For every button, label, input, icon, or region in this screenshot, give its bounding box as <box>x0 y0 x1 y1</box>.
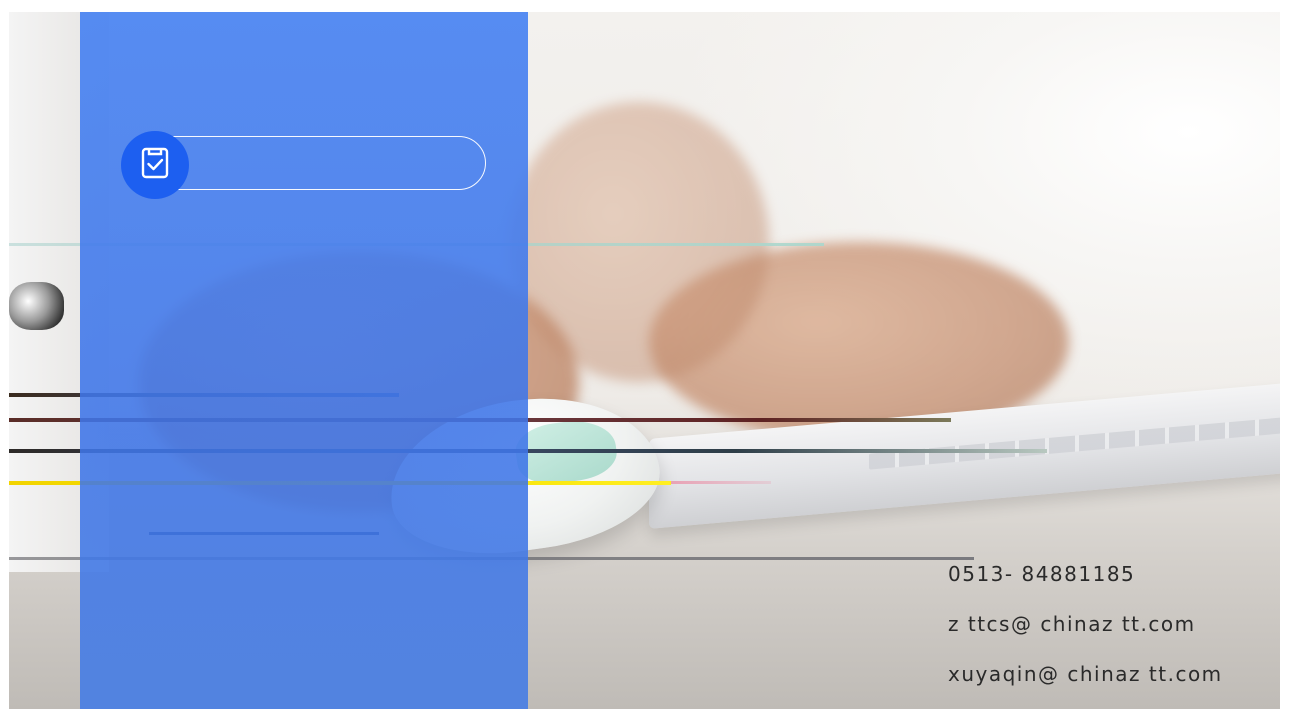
contact-email-primary: z ttcs@ chinaz tt.com <box>948 612 1196 636</box>
wristwatch <box>9 282 64 330</box>
contact-email-secondary: xuyaqin@ chinaz tt.com <box>948 662 1223 686</box>
icon-badge <box>121 131 189 199</box>
contact-phone: 0513- 84881185 <box>948 562 1136 586</box>
decor-line <box>671 481 771 484</box>
clipboard-check-icon <box>135 143 175 188</box>
blue-overlay-panel <box>80 12 528 709</box>
slide-canvas <box>9 12 1280 709</box>
